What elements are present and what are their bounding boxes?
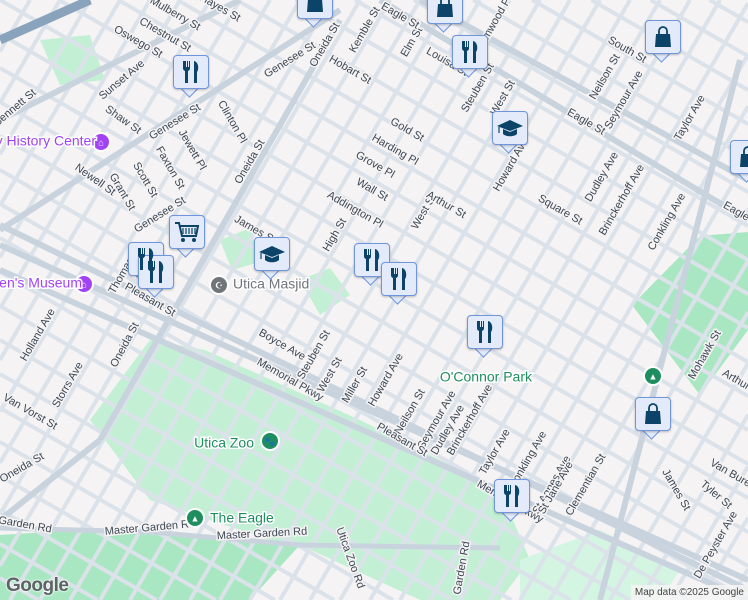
school-marker[interactable] bbox=[254, 237, 290, 281]
restaurant-marker[interactable] bbox=[173, 55, 209, 99]
restaurant-marker[interactable] bbox=[467, 315, 503, 359]
poi-label: The Eagle bbox=[210, 510, 274, 526]
shopping-marker[interactable] bbox=[427, 0, 463, 34]
restaurant-icon bbox=[173, 55, 209, 89]
grocery-icon bbox=[169, 215, 205, 249]
restaurant-marker[interactable] bbox=[452, 35, 488, 79]
restaurant-icon bbox=[381, 262, 417, 296]
poi-museum[interactable]: ⌂Oneida County History Center bbox=[0, 131, 111, 152]
shopping-icon bbox=[427, 0, 463, 24]
street-label: Gold St bbox=[388, 116, 426, 145]
shopping-marker[interactable] bbox=[730, 140, 748, 184]
shopping-marker[interactable] bbox=[635, 397, 671, 441]
shopping-marker[interactable] bbox=[297, 0, 333, 29]
museum-icon: ⌂ bbox=[98, 137, 103, 147]
shopping-marker[interactable] bbox=[645, 20, 681, 64]
poi-label: Oneida County History Center bbox=[0, 133, 96, 149]
zoo-icon: 🐾 bbox=[264, 436, 275, 446]
poi-park[interactable]: ▲ O'Connor Park bbox=[438, 366, 663, 386]
shopping-icon bbox=[730, 140, 748, 174]
poi-museum[interactable]: ⌂Children's Museum bbox=[0, 273, 94, 294]
poi-zoo[interactable]: 🐾 Utica Zoo bbox=[193, 431, 280, 452]
map-attribution[interactable]: Map data ©2025 Google bbox=[630, 585, 748, 600]
restaurant-icon bbox=[494, 479, 530, 513]
poi-park[interactable]: ▲ The Eagle bbox=[185, 508, 276, 528]
school-marker[interactable] bbox=[492, 111, 528, 155]
map-canvas[interactable]: Mulberry StChestnut StOswego StHayes StS… bbox=[0, 0, 748, 600]
park-icon: ▲ bbox=[191, 513, 200, 523]
poi-label: Utica Zoo bbox=[194, 435, 254, 451]
restaurant-marker[interactable] bbox=[381, 262, 417, 306]
grocery-marker[interactable] bbox=[169, 215, 205, 259]
restaurant-icon bbox=[452, 35, 488, 69]
poi-label: Children's Museum bbox=[0, 275, 82, 291]
shopping-icon bbox=[297, 0, 333, 19]
park-icon: ▲ bbox=[649, 371, 658, 381]
restaurant-marker[interactable] bbox=[494, 479, 530, 523]
map-view[interactable]: Mulberry St Chestnut St Oswego St Hayes St S… bbox=[0, 0, 748, 600]
street-label: Hobart St bbox=[327, 53, 373, 87]
poi-label: O'Connor Park bbox=[440, 369, 533, 385]
school-icon bbox=[492, 111, 528, 145]
shopping-icon bbox=[645, 20, 681, 54]
restaurant-icon bbox=[467, 315, 503, 349]
google-logo[interactable]: Google bbox=[6, 575, 69, 597]
school-icon bbox=[254, 237, 290, 271]
shopping-icon bbox=[635, 397, 671, 431]
museum-icon: ⌂ bbox=[81, 279, 86, 289]
worship-icon: ☪ bbox=[215, 280, 223, 290]
